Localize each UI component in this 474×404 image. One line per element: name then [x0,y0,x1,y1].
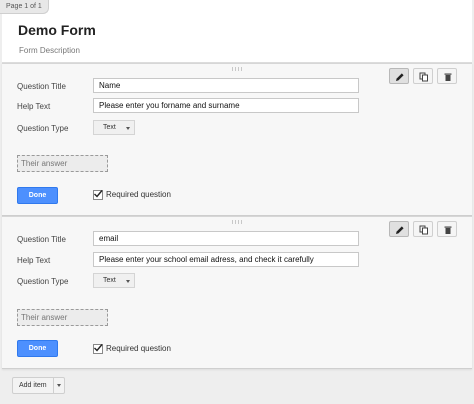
required-checkbox[interactable] [93,190,103,200]
duplicate-button[interactable] [413,221,433,237]
chevron-down-icon[interactable] [57,384,61,387]
question-type-select[interactable]: Text [93,273,135,288]
help-text-label: Help Text [17,256,51,265]
answer-preview: Their answer [17,155,108,172]
help-text-input[interactable]: Please enter your school email adress, a… [93,252,359,267]
required-label: Required question [106,190,171,199]
required-label: Required question [106,344,171,353]
delete-button[interactable] [437,221,457,237]
question-title-label: Question Title [17,235,66,244]
add-item-label: Add item [19,382,47,389]
done-button[interactable]: Done [17,187,58,204]
question-type-value: Text [103,277,116,284]
help-text-label: Help Text [17,102,51,111]
question-type-label: Question Type [17,124,69,133]
question-type-value: Text [103,124,116,131]
page-tab: Page 1 of 1 [0,0,49,14]
question-title-input[interactable]: Name [93,78,359,93]
question-card: Question Title Name Help Text Please ent… [2,63,472,216]
pencil-icon [396,73,404,81]
edit-button[interactable] [389,68,409,84]
duplicate-button[interactable] [413,68,433,84]
form-description[interactable]: Form Description [19,46,80,55]
done-button[interactable]: Done [17,340,58,357]
help-text-input[interactable]: Please enter you forname and surname [93,98,359,113]
duplicate-icon [419,225,428,235]
trash-icon [444,73,452,81]
question-title-input[interactable]: email [93,231,359,246]
form-title[interactable]: Demo Form [18,22,96,38]
question-type-select[interactable]: Text [93,120,135,135]
question-type-label: Question Type [17,277,69,286]
answer-preview: Their answer [17,309,108,326]
checkmark-icon [94,344,103,352]
chevron-down-icon [126,280,130,283]
edit-button[interactable] [389,221,409,237]
chevron-down-icon [126,127,130,130]
question-title-label: Question Title [17,82,66,91]
add-item-button[interactable]: Add item [12,377,65,394]
delete-button[interactable] [437,68,457,84]
pencil-icon [396,226,404,234]
required-checkbox[interactable] [93,344,103,354]
drag-handle[interactable] [231,67,243,71]
add-item-divider [53,378,54,393]
checkmark-icon [94,190,103,198]
question-card: Question Title email Help Text Please en… [2,216,472,369]
duplicate-icon [419,72,428,82]
drag-handle[interactable] [231,220,243,224]
trash-icon [444,226,452,234]
form-header: Demo Form Form Description [2,0,472,63]
